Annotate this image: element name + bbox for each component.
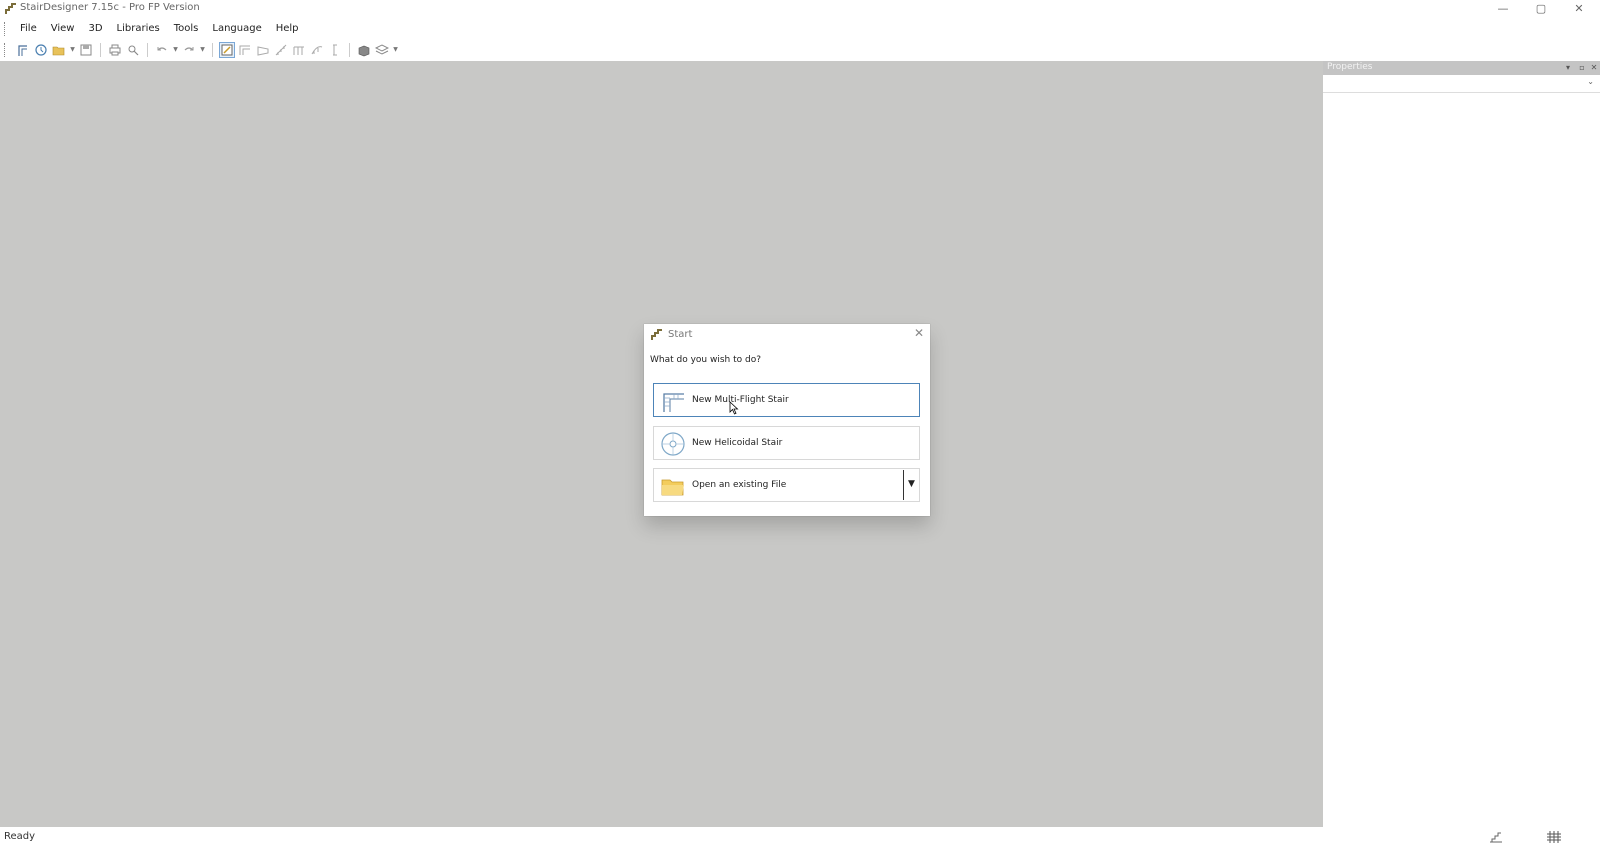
- dialog-question: What do you wish to do?: [650, 355, 761, 365]
- app-icon: [651, 329, 662, 340]
- spiral-stair-icon[interactable]: [273, 42, 289, 58]
- menu-grip[interactable]: [4, 22, 7, 36]
- print-icon[interactable]: [107, 42, 123, 58]
- dialog-title: Start: [668, 329, 693, 340]
- start-dialog: Start ✕ What do you wish to do? New Mult…: [644, 324, 930, 516]
- redo-icon[interactable]: [181, 42, 197, 58]
- properties-close-button[interactable]: ✕: [1588, 61, 1600, 75]
- helicoidal-stair-icon: [661, 432, 685, 456]
- dialog-close-button[interactable]: ✕: [914, 326, 924, 340]
- properties-object-select[interactable]: ⌄: [1323, 75, 1600, 93]
- open-folder-icon[interactable]: [51, 42, 67, 58]
- maximize-button[interactable]: ▢: [1522, 0, 1560, 18]
- post-icon[interactable]: [327, 42, 343, 58]
- toolbar-separator: [100, 43, 101, 57]
- undo-icon[interactable]: [154, 42, 170, 58]
- menu-language[interactable]: Language: [205, 20, 268, 38]
- minimize-button[interactable]: —: [1484, 0, 1522, 18]
- status-text: Ready: [4, 831, 36, 842]
- undo-dropdown-icon[interactable]: ▼: [172, 42, 179, 58]
- new-multi-flight-stair-button[interactable]: New Multi-Flight Stair: [653, 383, 920, 417]
- option-label: New Helicoidal Stair: [692, 438, 783, 448]
- title-bar: StairDesigner 7.15c - Pro FP Version — ▢…: [0, 0, 1600, 18]
- 3d-view-icon[interactable]: [356, 42, 372, 58]
- menu-libraries[interactable]: Libraries: [110, 20, 167, 38]
- status-bar: Ready: [0, 827, 1600, 860]
- menu-3d[interactable]: 3D: [81, 20, 109, 38]
- recent-files-dropdown-icon[interactable]: ▼: [908, 479, 915, 489]
- folder-icon: [661, 479, 684, 496]
- new-helicoidal-stair-button[interactable]: New Helicoidal Stair: [653, 426, 920, 460]
- redo-dropdown-icon[interactable]: ▼: [199, 42, 206, 58]
- multi-flight-stair-icon: [663, 393, 684, 412]
- mouse-cursor-icon: [729, 401, 739, 415]
- toolbar-overflow-icon[interactable]: ▼: [392, 42, 399, 58]
- menu-tools[interactable]: Tools: [167, 20, 206, 38]
- open-recent-icon[interactable]: [33, 42, 49, 58]
- handrail-icon[interactable]: [309, 42, 325, 58]
- window-title: StairDesigner 7.15c - Pro FP Version: [20, 2, 200, 13]
- toolbar-grip[interactable]: [4, 43, 7, 57]
- winder-stair-icon[interactable]: [255, 42, 271, 58]
- grid-icon[interactable]: [1546, 830, 1562, 844]
- toolbar-separator: [212, 43, 213, 57]
- toolbar-separator: [147, 43, 148, 57]
- straight-stair-icon[interactable]: [237, 42, 253, 58]
- wizard-icon[interactable]: [219, 42, 235, 58]
- stair-grid-icon[interactable]: [1488, 830, 1504, 844]
- option-label: New Multi-Flight Stair: [692, 395, 789, 405]
- split-divider: [903, 470, 904, 500]
- menu-view[interactable]: View: [44, 20, 82, 38]
- open-dropdown-icon[interactable]: ▼: [69, 42, 76, 58]
- menu-bar: File View 3D Libraries Tools Language He…: [0, 19, 1600, 39]
- properties-panel: Properties ▾ ▫ ✕ ⌄: [1323, 61, 1600, 827]
- new-stair-icon[interactable]: [15, 42, 31, 58]
- toolbar-separator: [349, 43, 350, 57]
- menu-file[interactable]: File: [13, 20, 44, 38]
- chevron-down-icon: ⌄: [1587, 77, 1594, 86]
- stringer-icon[interactable]: [291, 42, 307, 58]
- properties-float-button[interactable]: ▫: [1576, 61, 1588, 75]
- layers-icon[interactable]: [374, 42, 390, 58]
- toolbar: ▼ ▼ ▼ ▼: [0, 40, 1600, 60]
- properties-header: Properties ▾ ▫ ✕: [1323, 61, 1600, 75]
- properties-pin-button[interactable]: ▾: [1562, 61, 1574, 75]
- properties-title: Properties: [1327, 62, 1373, 72]
- open-existing-file-button[interactable]: Open an existing File ▼: [653, 468, 920, 502]
- app-icon: [5, 3, 16, 14]
- save-icon[interactable]: [78, 42, 94, 58]
- print-preview-icon[interactable]: [125, 42, 141, 58]
- menu-help[interactable]: Help: [269, 20, 306, 38]
- close-button[interactable]: ✕: [1560, 0, 1598, 18]
- option-label: Open an existing File: [692, 480, 787, 490]
